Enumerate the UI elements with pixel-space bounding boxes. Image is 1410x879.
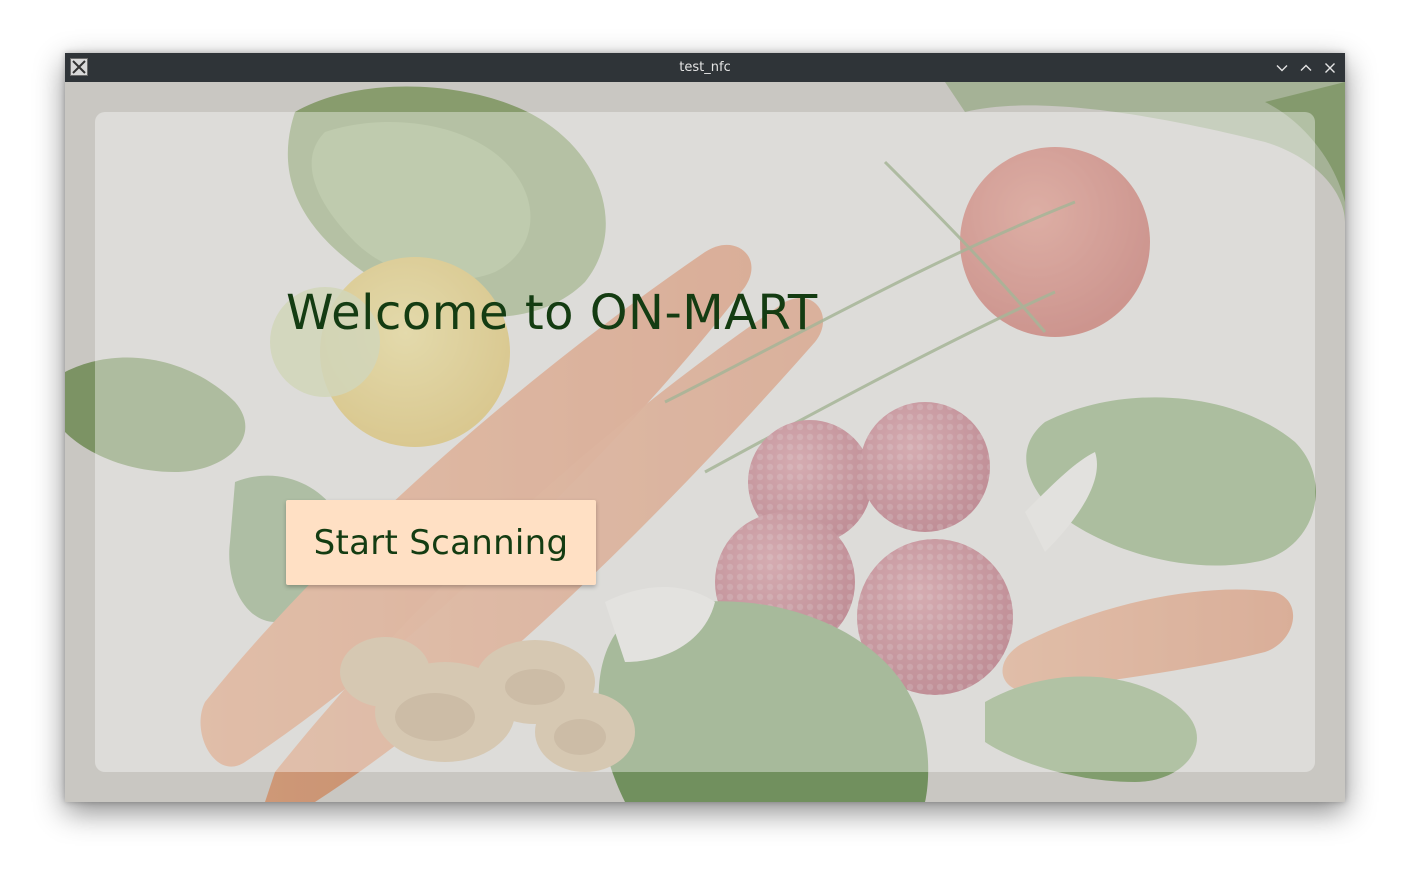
close-icon[interactable] xyxy=(1321,59,1339,77)
app-window: test_nfc Welcome to ON-MART Start Scanni… xyxy=(65,53,1345,802)
title-bar[interactable]: test_nfc xyxy=(65,53,1345,82)
welcome-card: Welcome to ON-MART Start Scanning xyxy=(95,112,1315,772)
start-scanning-button[interactable]: Start Scanning xyxy=(286,500,596,585)
welcome-heading: Welcome to ON-MART xyxy=(286,285,818,341)
maximize-icon[interactable] xyxy=(1297,59,1315,77)
window-title: test_nfc xyxy=(679,60,731,75)
main-content: Welcome to ON-MART Start Scanning xyxy=(65,82,1345,802)
minimize-icon[interactable] xyxy=(1273,59,1291,77)
window-controls xyxy=(1273,59,1339,77)
